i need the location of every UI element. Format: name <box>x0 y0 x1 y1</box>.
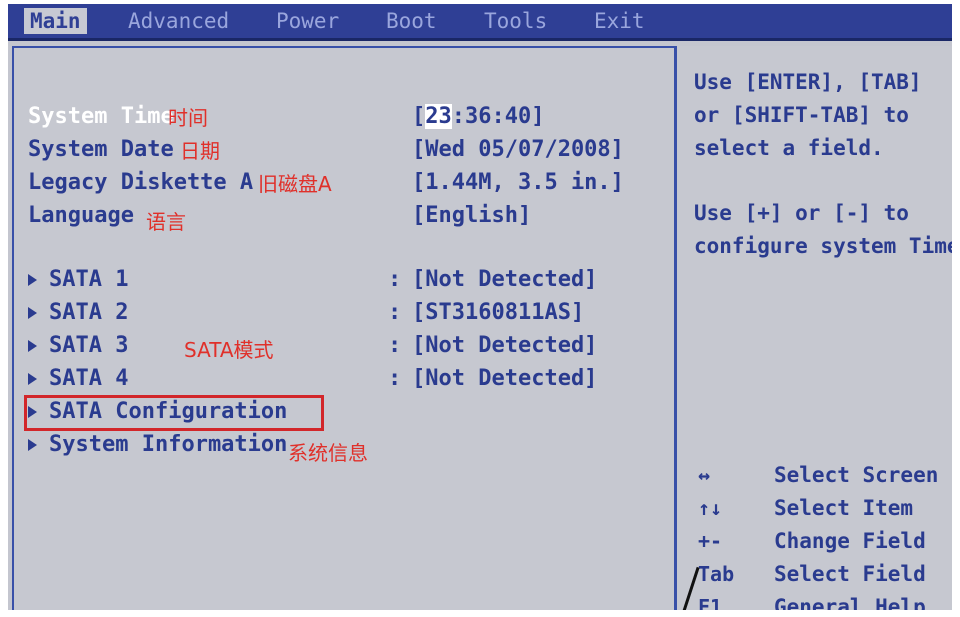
submenu-label: SATA 3 <box>49 333 129 358</box>
submenu-arrow-icon <box>28 307 37 319</box>
submenu-sata-2[interactable]: SATA 2 <box>28 300 128 326</box>
system-date-value[interactable]: [Wed 05/07/2008] <box>412 137 624 163</box>
menu-tab-power[interactable]: Power <box>276 8 339 34</box>
submenu-label: SATA 1 <box>49 267 129 292</box>
up-down-arrow-icon: ↑↓ <box>698 496 723 520</box>
submenu-arrow-icon <box>28 340 37 352</box>
help-line-3: select a field. <box>694 136 884 160</box>
system-time-bracket: [ <box>412 104 426 129</box>
annotation-sata-mode: SATA模式 <box>184 338 274 362</box>
submenu-arrow-icon <box>28 274 37 286</box>
legacy-diskette-value[interactable]: [1.44M, 3.5 in.] <box>412 170 624 196</box>
help-line-5: configure system Time. <box>694 234 952 258</box>
system-date-label[interactable]: System Date <box>28 137 174 163</box>
f1-key: F1 <box>698 595 723 610</box>
bios-menu-bar: Main Advanced Power Boot Tools Exit <box>8 4 952 41</box>
key-desc-general-help: General Help <box>774 595 926 610</box>
system-time-value[interactable]: [23:36:40] <box>412 104 544 130</box>
sata-4-value: [Not Detected] <box>412 366 598 391</box>
plus-minus-key: +- <box>698 529 723 553</box>
submenu-sata-4[interactable]: SATA 4 <box>28 366 128 392</box>
separator-colon: : <box>388 333 402 358</box>
key-desc-select-screen: Select Screen <box>774 463 939 487</box>
sata-3-value: [Not Detected] <box>412 333 598 358</box>
left-right-arrow-icon: ↔ <box>698 463 711 487</box>
help-line-2: or [SHIFT-TAB] to <box>694 103 909 127</box>
key-desc-change-field: Change Field <box>774 529 926 553</box>
system-time-label[interactable]: System Time <box>28 104 174 130</box>
annotation-diskette: 旧磁盘A <box>258 172 332 196</box>
legacy-diskette-label[interactable]: Legacy Diskette A <box>28 170 253 196</box>
menu-tab-main[interactable]: Main <box>24 8 87 34</box>
sata-2-value: [ST3160811AS] <box>412 300 585 325</box>
annotation-date: 日期 <box>180 139 220 163</box>
submenu-sata-3[interactable]: SATA 3 <box>28 333 128 359</box>
key-desc-select-field: Select Field <box>774 562 926 586</box>
bios-screen: Main Advanced Power Boot Tools Exit Syst… <box>8 4 952 610</box>
system-time-rest: :36:40] <box>451 104 545 129</box>
submenu-label: SATA 2 <box>49 300 129 325</box>
key-desc-select-item: Select Item <box>774 496 914 520</box>
separator-colon: : <box>388 267 402 292</box>
menu-tab-boot[interactable]: Boot <box>386 8 437 34</box>
time-field-cursor[interactable]: 23 <box>425 104 452 129</box>
help-line-1: Use [ENTER], [TAB] <box>694 70 922 94</box>
separator-colon: : <box>388 366 402 391</box>
settings-panel <box>12 46 676 610</box>
separator-colon: : <box>388 300 402 325</box>
language-value[interactable]: [English] <box>412 203 531 229</box>
annotation-language: 语言 <box>146 210 186 234</box>
menu-tab-advanced[interactable]: Advanced <box>128 8 229 34</box>
sata-configuration-highlight-box <box>24 395 324 431</box>
submenu-sata-1[interactable]: SATA 1 <box>28 267 128 293</box>
language-label[interactable]: Language <box>28 203 134 229</box>
submenu-arrow-icon <box>28 373 37 385</box>
annotation-system-info: 系统信息 <box>288 441 368 465</box>
menu-tab-exit[interactable]: Exit <box>594 8 645 34</box>
sata-1-value: [Not Detected] <box>412 267 598 292</box>
menu-tab-tools[interactable]: Tools <box>484 8 547 34</box>
submenu-label: SATA 4 <box>49 366 129 391</box>
submenu-label: System Information <box>49 432 288 457</box>
submenu-system-information[interactable]: System Information <box>28 432 287 458</box>
help-line-4: Use [+] or [-] to <box>694 201 909 225</box>
tab-key: Tab <box>698 562 735 586</box>
submenu-arrow-icon <box>28 439 37 451</box>
annotation-time: 时间 <box>168 106 208 130</box>
